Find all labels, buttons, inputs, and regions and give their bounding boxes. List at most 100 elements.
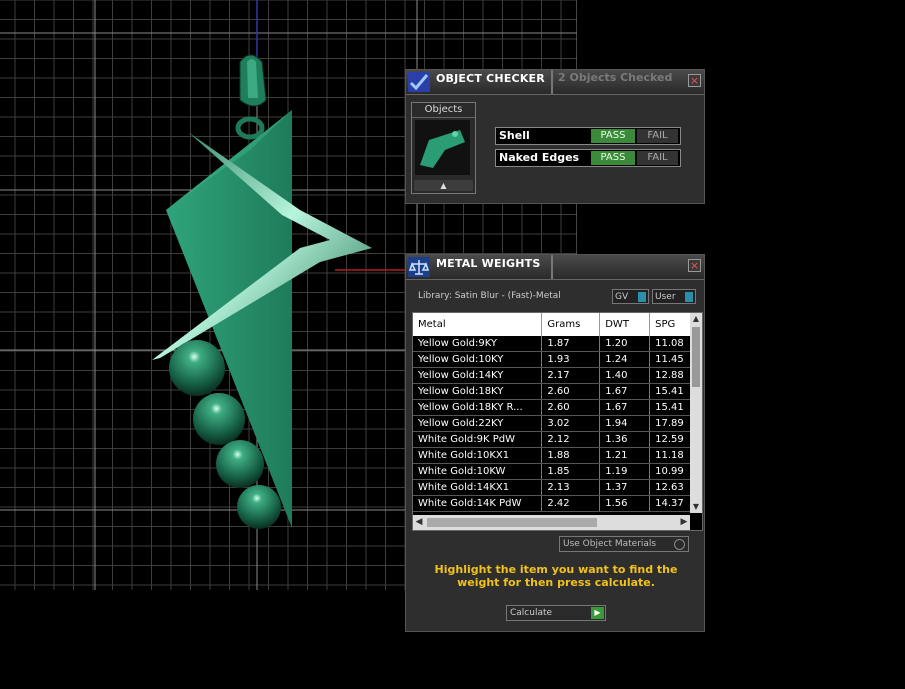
user-toggle[interactable]: User [652,289,696,304]
close-button[interactable]: × [688,259,701,272]
title-separator [551,255,553,279]
jump-ring [235,116,265,140]
fail-badge[interactable]: FAIL [637,151,678,165]
table-cell: 1.24 [599,351,651,368]
column-header[interactable]: Grams [541,313,601,336]
table-cell: 1.19 [599,463,651,480]
vertical-scrollbar[interactable]: ▲ ▼ [690,313,702,513]
user-toggle-label: User [655,292,676,302]
pass-badge[interactable]: PASS [591,151,635,165]
table-cell: Yellow Gold:10KY [413,351,543,368]
table-cell: White Gold:14K PdW [413,495,543,512]
table-row[interactable]: White Gold:14K PdW 2.42 1.56 14.37 [413,495,702,512]
table-cell: 2.42 [541,495,601,512]
check-name: Shell [499,129,530,142]
column-header[interactable]: Metal [413,313,543,336]
table-cell: 1.94 [599,415,651,432]
table-row[interactable]: Yellow Gold:9KY 1.87 1.20 11.08 [413,336,702,352]
table-cell: White Gold:14KX1 [413,479,543,496]
table-cell: 2.17 [541,367,601,384]
object-checker-panel: OBJECT CHECKER 2 Objects Checked × Objec… [405,69,705,204]
table-cell: Yellow Gold:18KY R... [413,399,543,416]
table-row[interactable]: Yellow Gold:18KY R... 2.60 1.67 15.41 [413,399,702,416]
pendant-sphere-2 [193,393,245,445]
table-cell: 2.60 [541,399,601,416]
table-cell: 1.88 [541,447,601,464]
toggle-knob-icon [685,292,693,302]
table-row[interactable]: Yellow Gold:18KY 2.60 1.67 15.41 [413,383,702,400]
table-cell: White Gold:10KX1 [413,447,543,464]
table-row[interactable]: White Gold:14KX1 2.13 1.37 12.63 [413,479,702,496]
table-row[interactable]: Yellow Gold:22KY 3.02 1.94 17.89 [413,415,702,432]
library-label: Library: Satin Blur - (Fast)-Metal [418,291,561,301]
pendant-thumbnail-icon [420,130,465,168]
use-object-materials-label: Use Object Materials [563,539,657,549]
objects-list[interactable]: Objects ▲ [411,102,476,194]
metal-weights-title: METAL WEIGHTS [436,257,541,270]
table-cell: 1.85 [541,463,601,480]
table-row[interactable]: White Gold:10KX1 1.88 1.21 11.18 [413,447,702,464]
objects-label: Objects [412,103,475,118]
check-row-shell: Shell PASS FAIL [495,127,681,145]
object-checker-title: OBJECT CHECKER [436,72,545,85]
pendant-sphere-4 [237,485,281,529]
close-button[interactable]: × [688,74,701,87]
table-cell: 1.21 [599,447,651,464]
scroll-left-arrow-icon[interactable]: ◀ [413,515,425,530]
table-cell: 2.13 [541,479,601,496]
table-cell: Yellow Gold:18KY [413,383,543,400]
radio-circle-icon [674,539,685,550]
table-cell: 1.93 [541,351,601,368]
object-thumbnail[interactable] [415,120,470,175]
pendant-sphere-3 [216,440,264,488]
scroll-up-arrow-icon[interactable]: ▲ [690,313,702,325]
play-arrow-icon: ▶ [591,607,604,619]
table-cell: White Gold:10KW [413,463,543,480]
table-cell: 1.67 [599,383,651,400]
metal-table[interactable]: Metal Grams DWT SPG Yellow Gold:9KY 1.87 1… [412,312,703,531]
column-header[interactable]: DWT [599,313,651,336]
metal-weights-titlebar[interactable]: METAL WEIGHTS × [406,255,704,280]
table-cell: 1.56 [599,495,651,512]
table-cell: 2.12 [541,431,601,448]
scroll-right-arrow-icon[interactable]: ▶ [678,515,690,530]
checkmark-icon [408,72,430,92]
instruction-text: Highlight the item you want to find the … [434,563,678,589]
check-row-naked-edges: Naked Edges PASS FAIL [495,149,681,167]
table-cell: White Gold:9K PdW [413,431,543,448]
table-cell: 1.87 [541,336,601,352]
horizontal-scroll-thumb[interactable] [427,518,597,527]
fail-badge[interactable]: FAIL [637,129,678,143]
vertical-scroll-thumb[interactable] [692,327,700,387]
calculate-button[interactable]: Calculate ▶ [506,605,606,621]
metal-weights-panel: METAL WEIGHTS × Library: Satin Blur - (F… [405,254,705,632]
table-cell: 1.36 [599,431,651,448]
object-checker-titlebar[interactable]: OBJECT CHECKER 2 Objects Checked × [406,70,704,95]
horizontal-scrollbar[interactable]: ◀ ▶ [413,515,690,530]
gv-toggle[interactable]: GV [612,289,649,304]
scroll-down-arrow-icon[interactable]: ▼ [690,501,702,513]
scroll-up-button[interactable]: ▲ [414,180,473,191]
table-cell: 2.60 [541,383,601,400]
table-header-row: Metal Grams DWT SPG [413,313,702,336]
calculate-label: Calculate [510,608,553,618]
title-separator [551,70,553,94]
table-cell: 1.37 [599,479,651,496]
pendant-sphere-1 [169,340,225,396]
table-cell: 3.02 [541,415,601,432]
pass-badge[interactable]: PASS [591,129,635,143]
objects-checked-status: 2 Objects Checked [558,71,673,84]
toggle-knob-icon [638,292,646,302]
table-cell: Yellow Gold:22KY [413,415,543,432]
table-row[interactable]: Yellow Gold:10KY 1.93 1.24 11.45 [413,351,702,368]
use-object-materials-toggle[interactable]: Use Object Materials [559,536,689,552]
table-cell: 1.67 [599,399,651,416]
table-cell: 1.40 [599,367,651,384]
table-cell: Yellow Gold:9KY [413,336,543,352]
table-cell: 1.20 [599,336,651,352]
table-row[interactable]: White Gold:9K PdW 2.12 1.36 12.59 [413,431,702,448]
table-row[interactable]: Yellow Gold:14KY 2.17 1.40 12.88 [413,367,702,384]
gv-toggle-label: GV [615,292,629,302]
table-cell: Yellow Gold:14KY [413,367,543,384]
table-row[interactable]: White Gold:10KW 1.85 1.19 10.99 [413,463,702,480]
